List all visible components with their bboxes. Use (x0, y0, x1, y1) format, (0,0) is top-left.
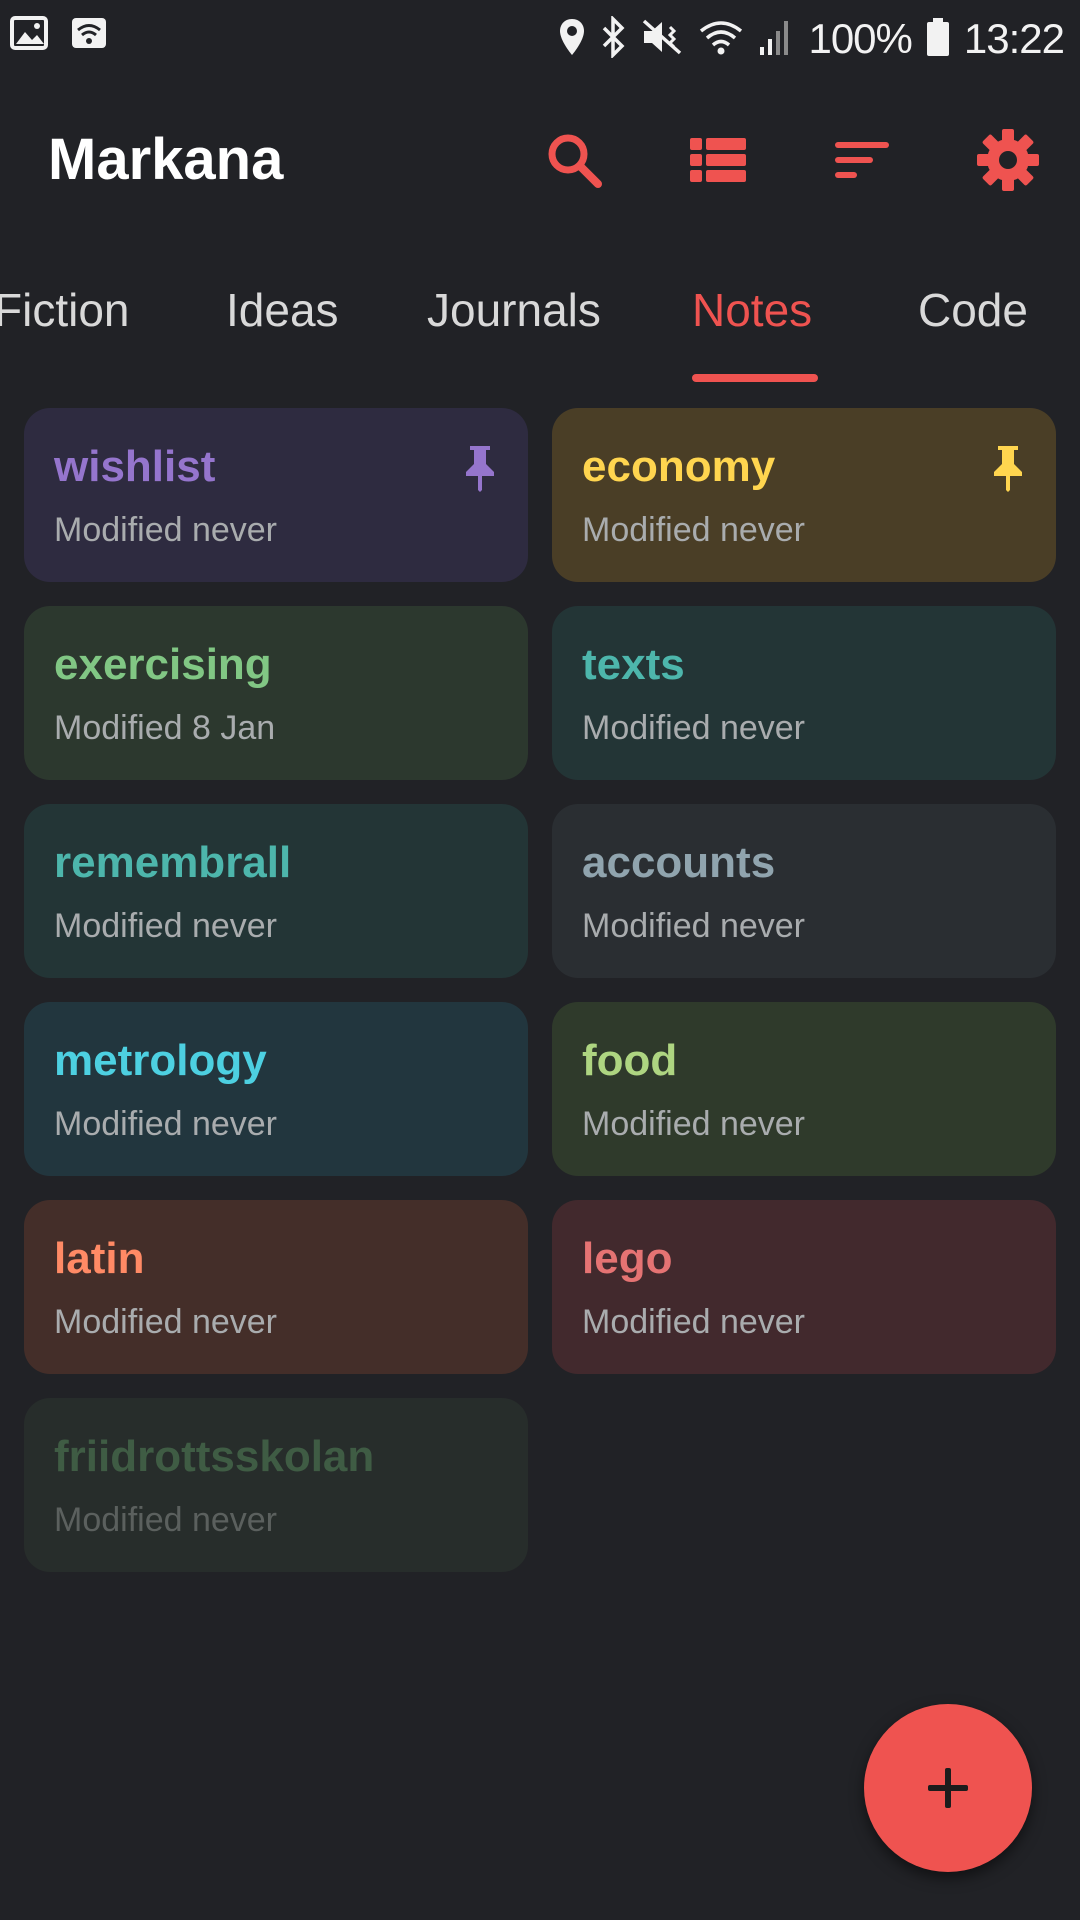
note-modified: Modified never (582, 907, 806, 945)
note-card[interactable]: food Modified never (552, 1002, 1056, 1176)
plus-icon (928, 1768, 968, 1808)
search-icon[interactable] (538, 124, 610, 196)
note-card[interactable]: exercising Modified 8 Jan (24, 606, 528, 780)
active-tab-indicator (692, 374, 818, 382)
mute-vibrate-icon (640, 17, 684, 62)
note-modified: Modified never (582, 511, 806, 549)
app-screen: 100% 13:22 Markana Fiction Ideas Journal… (0, 0, 1080, 1920)
note-modified: Modified never (54, 907, 278, 945)
pin-icon[interactable] (990, 444, 1026, 492)
note-title: latin (54, 1234, 145, 1283)
sort-icon[interactable] (826, 124, 898, 196)
category-tabs: Fiction Ideas Journals Notes Code (0, 270, 1080, 390)
note-card[interactable]: remembrall Modified never (24, 804, 528, 978)
note-title: food (582, 1036, 678, 1085)
battery-icon (926, 17, 950, 62)
note-card[interactable]: economy Modified never (552, 408, 1056, 582)
status-bar: 100% 13:22 (0, 0, 1080, 78)
clock: 13:22 (963, 15, 1065, 62)
settings-icon[interactable] (972, 124, 1044, 196)
note-title: wishlist (54, 442, 216, 491)
bluetooth-icon (600, 14, 626, 63)
note-card[interactable]: wishlist Modified never (24, 408, 528, 582)
note-card[interactable]: friidrottsskolan Modified never (24, 1398, 528, 1572)
note-modified: Modified never (54, 1303, 278, 1341)
note-card[interactable]: latin Modified never (24, 1200, 528, 1374)
tab-fiction[interactable]: Fiction (0, 284, 129, 336)
tab-code[interactable]: Code (918, 284, 1028, 336)
note-title: exercising (54, 640, 272, 689)
battery-percent: 100% (808, 15, 912, 62)
view-list-icon[interactable] (682, 124, 754, 196)
app-title: Markana (48, 127, 284, 192)
note-title: remembrall (54, 838, 292, 887)
note-card[interactable]: accounts Modified never (552, 804, 1056, 978)
wifi-signal-icon (698, 17, 744, 62)
note-title: friidrottsskolan (54, 1432, 375, 1481)
gallery-icon (10, 16, 48, 55)
note-title: lego (582, 1234, 673, 1283)
note-modified: Modified 8 Jan (54, 709, 276, 747)
wifi-icon (70, 16, 108, 55)
note-modified: Modified never (582, 1105, 806, 1143)
tab-journals[interactable]: Journals (427, 284, 601, 336)
tab-ideas[interactable]: Ideas (226, 284, 339, 336)
cell-signal-icon (758, 17, 794, 62)
note-title: accounts (582, 838, 776, 887)
note-modified: Modified never (54, 1105, 278, 1143)
note-modified: Modified never (54, 1501, 278, 1539)
note-card[interactable]: texts Modified never (552, 606, 1056, 780)
note-card[interactable]: metrology Modified never (24, 1002, 528, 1176)
app-bar: Markana (0, 90, 1080, 230)
note-modified: Modified never (54, 511, 278, 549)
add-note-button[interactable] (864, 1704, 1032, 1872)
note-card[interactable]: lego Modified never (552, 1200, 1056, 1374)
pin-icon[interactable] (462, 444, 498, 492)
location-icon (558, 17, 586, 62)
note-title: metrology (54, 1036, 267, 1085)
note-title: economy (582, 442, 776, 491)
tab-notes[interactable]: Notes (692, 284, 812, 336)
note-title: texts (582, 640, 685, 689)
note-modified: Modified never (582, 1303, 806, 1341)
note-modified: Modified never (582, 709, 806, 747)
